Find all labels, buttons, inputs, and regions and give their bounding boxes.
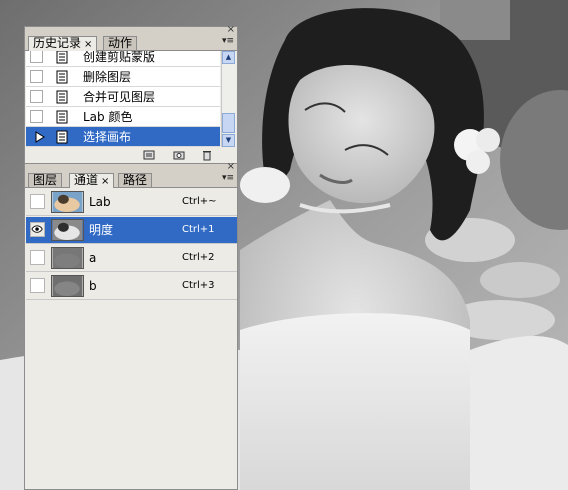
visibility-toggle[interactable] <box>30 222 45 237</box>
tab-layers-label: 图层 <box>33 173 58 187</box>
channel-row-lab[interactable]: Lab Ctrl+~ <box>26 189 237 216</box>
tab-actions[interactable]: 动作 <box>103 36 138 50</box>
channels-panel: × 图层 通道 × 路径 ▾≡ Lab Ctrl+~ 明度 Ctrl+1 a C… <box>24 162 238 490</box>
history-state-icon <box>56 110 68 124</box>
tab-channels[interactable]: 通道 × <box>69 173 115 188</box>
history-scrollbar[interactable]: ▲ ▼ <box>221 51 236 147</box>
history-state-icon <box>56 51 68 64</box>
history-item[interactable]: 创建剪贴蒙版 <box>26 51 220 67</box>
channel-name: Lab <box>89 195 111 209</box>
channel-thumbnail <box>51 247 84 269</box>
scroll-thumb[interactable] <box>222 113 235 133</box>
history-source-checkbox[interactable] <box>30 51 43 63</box>
history-footer <box>25 149 237 163</box>
scroll-up-icon[interactable]: ▲ <box>222 51 235 64</box>
history-state-icon <box>56 90 68 104</box>
visibility-toggle[interactable] <box>30 194 45 209</box>
channel-thumbnail <box>51 191 84 213</box>
trash-icon[interactable] <box>201 149 213 161</box>
tab-history-label: 历史记录 <box>33 36 82 50</box>
history-state-icon <box>56 70 68 84</box>
history-panel-tabbar: 历史记录 × 动作 ▾≡ <box>25 34 237 51</box>
history-item-label: 删除图层 <box>83 70 132 84</box>
channel-row-a[interactable]: a Ctrl+2 <box>26 245 237 272</box>
channel-shortcut: Ctrl+~ <box>182 196 217 207</box>
history-source-checkbox[interactable] <box>30 90 43 103</box>
history-item-label: 合并可见图层 <box>83 90 156 104</box>
snapshot-camera-icon[interactable] <box>173 149 185 161</box>
channel-name: b <box>89 279 97 293</box>
tab-history-close-icon[interactable]: × <box>84 39 92 50</box>
channel-name: 明度 <box>89 223 114 237</box>
history-item[interactable]: 合并可见图层 <box>26 87 220 107</box>
channel-row-b[interactable]: b Ctrl+3 <box>26 273 237 300</box>
history-item-label: 创建剪贴蒙版 <box>83 51 156 64</box>
history-item[interactable]: 删除图层 <box>26 67 220 87</box>
visibility-toggle[interactable] <box>30 250 45 265</box>
history-panel: × 历史记录 × 动作 ▾≡ 创建剪贴蒙版 删除图层 合并可见图层 Lab 颜色… <box>24 25 238 164</box>
history-source-checkbox[interactable] <box>30 70 43 83</box>
channel-list: Lab Ctrl+~ 明度 Ctrl+1 a Ctrl+2 b Ctrl+3 <box>26 189 237 489</box>
tab-layers[interactable]: 图层 <box>28 173 63 187</box>
history-item-selected[interactable]: 选择画布 <box>26 127 220 147</box>
channel-thumbnail <box>51 219 84 241</box>
eye-icon <box>31 225 43 233</box>
channels-panel-tabbar: 图层 通道 × 路径 ▾≡ <box>25 171 237 188</box>
tab-actions-label: 动作 <box>108 36 133 50</box>
history-list: 创建剪贴蒙版 删除图层 合并可见图层 Lab 颜色 选择画布 <box>26 51 220 147</box>
history-state-pointer-icon <box>35 131 45 143</box>
tab-history[interactable]: 历史记录 × <box>28 36 98 51</box>
channels-panel-menu-icon[interactable]: ▾≡ <box>222 174 234 183</box>
visibility-toggle[interactable] <box>30 278 45 293</box>
channel-name: a <box>89 251 97 265</box>
history-state-icon <box>56 130 68 144</box>
channel-row-lightness[interactable]: 明度 Ctrl+1 <box>26 217 237 244</box>
history-item-label: 选择画布 <box>83 130 132 144</box>
channel-shortcut: Ctrl+3 <box>182 280 215 291</box>
channel-shortcut: Ctrl+2 <box>182 252 215 263</box>
tab-channels-close-icon[interactable]: × <box>101 176 109 187</box>
history-item[interactable]: Lab 颜色 <box>26 107 220 127</box>
tab-paths[interactable]: 路径 <box>118 173 153 187</box>
channel-shortcut: Ctrl+1 <box>182 224 215 235</box>
tab-channels-label: 通道 <box>74 173 99 187</box>
history-panel-menu-icon[interactable]: ▾≡ <box>222 37 234 46</box>
new-document-from-state-icon[interactable] <box>143 149 155 161</box>
history-source-checkbox[interactable] <box>30 110 43 123</box>
scroll-down-icon[interactable]: ▼ <box>222 134 235 147</box>
tab-paths-label: 路径 <box>123 173 148 187</box>
channel-thumbnail <box>51 275 84 297</box>
history-item-label: Lab 颜色 <box>83 110 133 124</box>
